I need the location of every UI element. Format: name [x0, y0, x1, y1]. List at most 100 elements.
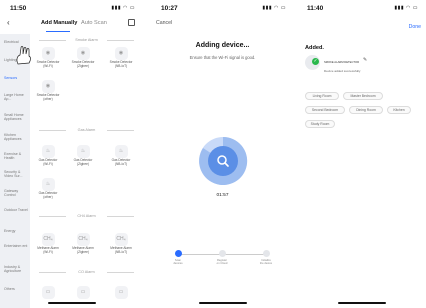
device-smoke-wifi[interactable]: ◉ Smoke Detector (Wi-Fi) — [33, 47, 63, 69]
smoke-detector-icon: ◉ — [41, 80, 55, 93]
edit-pencil-icon[interactable]: ✎ — [363, 57, 367, 63]
scan-icon[interactable] — [128, 19, 135, 26]
device-name: SMOKE ALARM DETECTOR — [324, 61, 360, 64]
device-label: Gas Detector (NB-IoT) — [111, 158, 131, 166]
device-co-1[interactable]: ▭ — [33, 286, 63, 299]
flame-icon: ♨ — [41, 145, 55, 158]
sidebar-item-kitchen-appliances[interactable]: Kitchen Appliances — [4, 133, 30, 142]
flame-icon: ♨ — [114, 145, 128, 158]
device-label: Gas Detector (other) — [38, 191, 58, 199]
step-label: Register on Cloud — [216, 259, 228, 266]
device-methane-zigbee[interactable]: CH₄ Methane Alarm (Zigbee) — [68, 233, 98, 255]
room-chip-living-room[interactable]: Living Room — [305, 92, 339, 100]
status-time: 11:40 — [307, 5, 324, 12]
status-icons: ▮▮▮ ◠ ▭ — [111, 5, 135, 11]
status-time: 10:27 — [161, 5, 178, 12]
adding-device-screen: 10:27 ▮▮▮ ◠ ▭ Cancel Adding device... En… — [151, 0, 294, 308]
device-label: Methane Alarm (NB-IoT) — [110, 246, 132, 254]
sidebar-item-exercise-health[interactable]: Exercise & Health — [4, 152, 30, 161]
co-alarm-icon: ▭ — [114, 286, 128, 299]
device-smoke-other[interactable]: ◉ Smoke Detector (other) — [33, 80, 63, 102]
cancel-button[interactable]: Cancel — [156, 20, 172, 26]
home-indicator — [47, 302, 96, 304]
smoke-detector-icon: ◉ — [41, 47, 55, 60]
flame-icon: ♨ — [41, 178, 55, 191]
device-co-3[interactable]: ▭ — [106, 286, 136, 299]
sidebar-item-small-home-appliances[interactable]: Small Home Appliances — [4, 113, 30, 122]
room-chip-kitchen[interactable]: Kitchen — [387, 106, 411, 114]
countdown-timer: 01:57 — [216, 193, 229, 198]
step-label: Scan devices — [173, 259, 183, 266]
done-button[interactable]: Done — [409, 24, 421, 30]
methane-icon: CH₄ — [76, 233, 90, 246]
check-icon: ✓ — [312, 58, 319, 65]
sidebar-item-gateway-control[interactable]: Gateway Control — [4, 189, 30, 198]
status-bar: 11:50 ▮▮▮ ◠ ▭ — [0, 0, 143, 16]
status-time: 11:50 — [10, 5, 27, 12]
step-register-cloud: Register on Cloud — [207, 250, 237, 265]
sidebar-item-industry-agriculture[interactable]: Industry & Agriculture — [4, 265, 30, 274]
status-icons: ▮▮▮ ◠ ▭ — [394, 5, 418, 11]
nav-bar: ‹ Add Manually Auto Scan — [0, 16, 143, 32]
co-alarm-icon: ▭ — [41, 286, 55, 299]
device-gas-zigbee[interactable]: ♨ Gas Detector (Zigbee) — [68, 145, 98, 167]
step-scan-devices: Scan devices — [163, 250, 193, 265]
category-sidebar: Electrical Lighting Sensors Large Home A… — [0, 34, 30, 308]
tab-add-manually[interactable]: Add Manually — [41, 20, 77, 26]
step-label: Initialize the device — [259, 259, 273, 266]
device-methane-nbiot[interactable]: CH₄ Methane Alarm (NB-IoT) — [106, 233, 136, 255]
device-gas-other[interactable]: ♨ Gas Detector (other) — [33, 178, 63, 200]
section-ch4-alarm: CH4 Alarm — [36, 214, 137, 219]
room-chip-study-room[interactable]: Study Room — [305, 120, 335, 128]
back-chevron-icon[interactable]: ‹ — [7, 18, 10, 27]
section-co-alarm: CO Alarm — [36, 270, 137, 275]
tab-auto-scan[interactable]: Auto Scan — [81, 20, 107, 26]
room-chip-second-bedroom[interactable]: Second Bedroom — [305, 106, 345, 114]
methane-icon: CH₄ — [41, 233, 55, 246]
device-label: Methane Alarm (Wi-Fi) — [37, 246, 59, 254]
smoke-detector-icon: ◉ — [76, 47, 90, 60]
sidebar-item-security-video[interactable]: Security & Video Sur... — [4, 170, 30, 179]
co-alarm-icon: ▭ — [76, 286, 90, 299]
page-subtitle: Ensure that the Wi-Fi signal is good. — [189, 55, 256, 60]
sidebar-item-outdoor-travel[interactable]: Outdoor Travel — [4, 208, 30, 212]
device-added-screen: 11:40 ▮▮▮ ◠ ▭ Done Added. ✓ SMOKE ALARM … — [297, 0, 426, 308]
status-bar: 11:40 ▮▮▮ ◠ ▭ — [297, 0, 426, 16]
step-dot — [218, 250, 226, 257]
smoke-detector-icon: ◉ — [114, 47, 128, 60]
device-label: Smoke Detector (NB-IoT) — [109, 60, 133, 68]
active-tab-indicator — [46, 31, 70, 32]
status-bar: 10:27 ▮▮▮ ◠ ▭ — [151, 0, 294, 16]
home-indicator — [198, 302, 247, 304]
sidebar-item-entertainment[interactable]: Entertainm ent — [4, 244, 30, 248]
sidebar-item-energy[interactable]: Energy — [4, 229, 30, 233]
home-indicator — [337, 302, 386, 304]
step-dot — [262, 250, 270, 257]
room-chip-master-bedroom[interactable]: Master Bedroom — [343, 92, 383, 100]
device-methane-wifi[interactable]: CH₄ Methane Alarm (Wi-Fi) — [33, 233, 63, 255]
status-icons: ▮▮▮ ◠ ▭ — [262, 5, 286, 11]
sidebar-item-others[interactable]: Others — [4, 287, 30, 291]
device-label: Smoke Detector (Wi-Fi) — [36, 60, 60, 68]
device-gas-nbiot[interactable]: ♨ Gas Detector (NB-IoT) — [106, 145, 136, 167]
sidebar-item-sensors[interactable]: Sensors — [4, 76, 30, 80]
methane-icon: CH₄ — [114, 233, 128, 246]
progress-ring — [199, 136, 248, 185]
section-gas-alarm: Gas Alarm — [36, 128, 137, 133]
section-smoke-alarm: Smoke Alarm — [36, 38, 137, 43]
flame-icon: ♨ — [76, 145, 90, 158]
device-co-2[interactable]: ▭ — [68, 286, 98, 299]
device-label: Gas Detector (Zigbee) — [73, 158, 93, 166]
step-dot-active — [174, 250, 182, 257]
device-gas-wifi[interactable]: ♨ Gas Detector (Wi-Fi) — [33, 145, 63, 167]
page-title: Added. — [305, 45, 324, 51]
device-label: Smoke Detector (other) — [36, 93, 60, 101]
device-grid: Smoke Alarm ◉ Smoke Detector (Wi-Fi) ◉ S… — [30, 34, 143, 308]
sidebar-item-large-home-appliances[interactable]: Large Home Ap... — [4, 93, 30, 102]
add-manually-screen: 11:50 ▮▮▮ ◠ ▭ ‹ Add Manually Auto Scan E… — [0, 0, 143, 308]
device-smoke-zigbee[interactable]: ◉ Smoke Detector (Zigbee) — [68, 47, 98, 69]
device-smoke-nbiot[interactable]: ◉ Smoke Detector (NB-IoT) — [106, 47, 136, 69]
room-chip-dining-room[interactable]: Dining Room — [349, 106, 383, 114]
success-message: Device added successfully — [324, 69, 361, 73]
page-title: Adding device... — [195, 42, 250, 49]
